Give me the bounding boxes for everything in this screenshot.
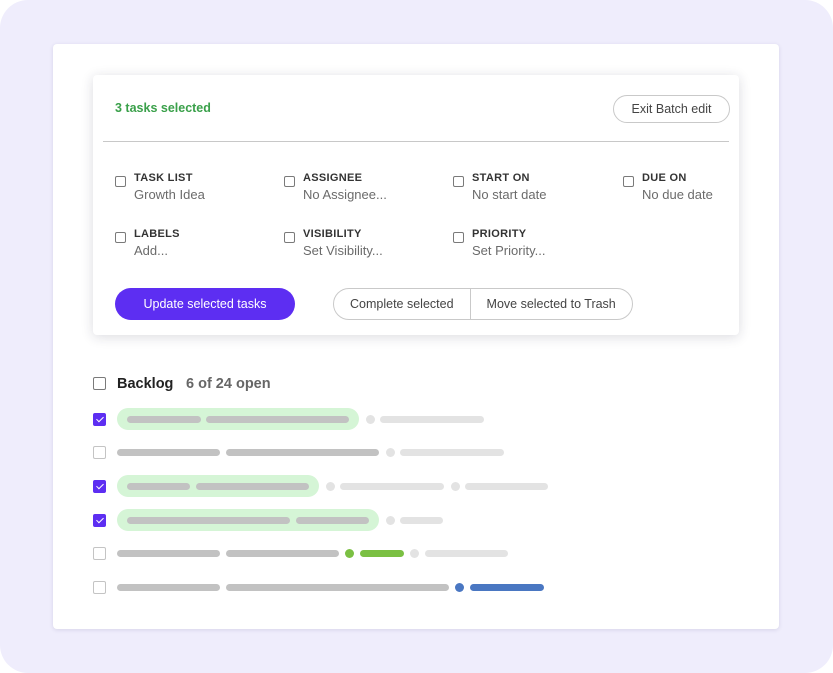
task-title-placeholder <box>127 483 190 490</box>
field-label: ASSIGNEE <box>303 172 363 184</box>
task-list-checkbox[interactable] <box>115 176 126 187</box>
meta-dot <box>326 482 335 491</box>
meta-dot <box>451 482 460 491</box>
task-checkbox[interactable] <box>93 480 106 493</box>
task-title-placeholder <box>117 550 220 557</box>
task-meta-placeholder <box>380 416 484 423</box>
task-row[interactable] <box>93 576 693 598</box>
priority-value[interactable]: Set Priority... <box>472 243 545 258</box>
assignee-checkbox[interactable] <box>284 176 295 187</box>
complete-selected-button[interactable]: Complete selected <box>334 289 470 319</box>
task-list-value[interactable]: Growth Idea <box>134 187 205 202</box>
task-row[interactable] <box>93 542 693 564</box>
visibility-value[interactable]: Set Visibility... <box>303 243 383 258</box>
task-title-placeholder <box>226 584 449 591</box>
task-row[interactable] <box>93 408 693 430</box>
task-checkbox[interactable] <box>93 547 106 560</box>
task-checkbox[interactable] <box>93 446 106 459</box>
move-to-trash-button[interactable]: Move selected to Trash <box>471 289 632 319</box>
task-checkbox[interactable] <box>93 514 106 527</box>
due-on-value[interactable]: No due date <box>642 187 713 202</box>
field-label: PRIORITY <box>472 228 527 240</box>
task-meta-placeholder <box>340 483 444 490</box>
task-meta-placeholder <box>425 550 508 557</box>
task-meta-placeholder <box>400 449 504 456</box>
task-checkbox[interactable] <box>93 581 106 594</box>
green-tag-placeholder <box>360 550 404 557</box>
task-title-placeholder <box>296 517 369 524</box>
task-title-placeholder <box>226 449 379 456</box>
field-label: START ON <box>472 172 530 184</box>
visibility-checkbox[interactable] <box>284 232 295 243</box>
task-checkbox[interactable] <box>93 413 106 426</box>
task-title-placeholder <box>196 483 309 490</box>
field-label: LABELS <box>134 228 180 240</box>
backlog-open-count: 6 of 24 open <box>186 376 271 392</box>
task-title-placeholder <box>226 550 339 557</box>
field-label: VISIBILITY <box>303 228 362 240</box>
meta-dot <box>386 448 395 457</box>
task-row[interactable] <box>93 509 693 531</box>
exit-batch-edit-button[interactable]: Exit Batch edit <box>613 95 730 123</box>
due-on-checkbox[interactable] <box>623 176 634 187</box>
blue-tag-placeholder <box>470 584 544 591</box>
labels-value[interactable]: Add... <box>134 243 168 258</box>
field-label: DUE ON <box>642 172 687 184</box>
backlog-select-all-checkbox[interactable] <box>93 377 106 390</box>
selected-count: 3 tasks selected <box>115 101 211 115</box>
task-row[interactable] <box>93 441 693 463</box>
blue-tag-dot <box>455 583 464 592</box>
task-title-placeholder <box>127 416 201 423</box>
green-tag-dot <box>345 549 354 558</box>
task-meta-placeholder <box>400 517 443 524</box>
task-title-placeholder <box>117 584 220 591</box>
batch-action-group: Complete selected Move selected to Trash <box>333 288 633 320</box>
divider <box>103 141 729 142</box>
task-row[interactable] <box>93 475 693 497</box>
task-title-placeholder <box>127 517 290 524</box>
start-on-value[interactable]: No start date <box>472 187 546 202</box>
task-title-placeholder <box>117 449 220 456</box>
labels-checkbox[interactable] <box>115 232 126 243</box>
assignee-value[interactable]: No Assignee... <box>303 187 387 202</box>
backlog-title: Backlog <box>117 376 174 392</box>
meta-dot <box>410 549 419 558</box>
task-meta-placeholder <box>465 483 548 490</box>
start-on-checkbox[interactable] <box>453 176 464 187</box>
update-selected-tasks-button[interactable]: Update selected tasks <box>115 288 295 320</box>
task-title-placeholder <box>206 416 349 423</box>
batch-edit-panel: 3 tasks selected Exit Batch edit TASK LI… <box>93 75 739 335</box>
field-label: TASK LIST <box>134 172 193 184</box>
priority-checkbox[interactable] <box>453 232 464 243</box>
meta-dot <box>366 415 375 424</box>
meta-dot <box>386 516 395 525</box>
